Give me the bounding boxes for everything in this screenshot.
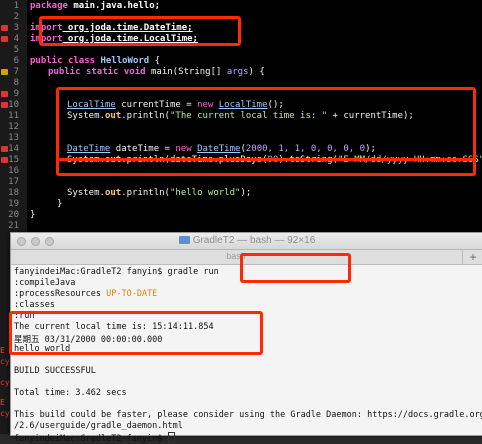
error-marker-icon[interactable] xyxy=(1,102,8,108)
line-number: 5 xyxy=(13,45,19,55)
problem-fragment: cy xyxy=(0,409,10,418)
line-number: 21 xyxy=(8,221,19,231)
line-number: 17 xyxy=(8,177,19,187)
line-number: 8 xyxy=(13,78,19,88)
line-number: 6 xyxy=(13,56,19,66)
terminal-line: :compileJava xyxy=(14,278,76,288)
problem-fragment: cy xyxy=(0,378,10,387)
code-highlight-box-lower xyxy=(56,138,476,176)
line-number: 2 xyxy=(13,12,19,22)
line-number: 19 xyxy=(8,199,19,209)
line-number: 18 xyxy=(8,188,19,198)
up-to-date-label: UP-TO-DATE xyxy=(106,289,158,299)
line-number: 20 xyxy=(8,210,19,220)
tab-bash[interactable]: bash xyxy=(11,251,461,261)
terminal-line: Total time: 3.462 secs xyxy=(14,388,127,398)
terminal-line: fanyindeiMac:GradleT2 fanyin$ gradle run xyxy=(14,267,219,277)
error-marker-icon[interactable] xyxy=(1,25,8,31)
line-number: 12 xyxy=(8,122,19,132)
code-line[interactable]: public static void main(String[] args) { xyxy=(48,67,265,77)
terminal-line: This build could be faster, please consi… xyxy=(14,410,482,420)
line-number: 13 xyxy=(8,133,19,143)
error-marker-icon[interactable] xyxy=(1,91,8,97)
problem-fragment: E xyxy=(0,398,5,407)
terminal-line: /2.6/userguide/gradle_daemon.html xyxy=(14,421,183,431)
error-marker-icon[interactable] xyxy=(1,36,8,42)
line-number: 1 xyxy=(13,1,19,11)
new-tab-button[interactable]: + xyxy=(462,250,482,264)
window-title: GradleT2 — bash — 92×16 xyxy=(11,235,482,246)
code-line[interactable]: } xyxy=(57,199,62,209)
line-number: 16 xyxy=(8,166,19,176)
line-number: 11 xyxy=(8,111,19,121)
command-highlight-box xyxy=(240,253,351,283)
terminal-line: :processResources UP-TO-DATE xyxy=(14,289,158,299)
output-highlight-box xyxy=(9,311,263,355)
code-line[interactable]: public class HelloWord { xyxy=(30,56,160,66)
terminal-titlebar[interactable]: GradleT2 — bash — 92×16 xyxy=(11,233,482,250)
problem-fragment: cy xyxy=(0,357,10,366)
code-line[interactable]: } xyxy=(30,210,35,220)
terminal-line: :classes xyxy=(14,300,55,310)
warning-marker-icon[interactable] xyxy=(1,69,8,75)
error-marker-icon[interactable] xyxy=(1,157,8,163)
problem-fragment: E xyxy=(0,346,5,355)
terminal-window[interactable]: GradleT2 — bash — 92×16 bash + fanyindei… xyxy=(9,232,482,444)
folder-icon xyxy=(178,236,190,244)
code-line[interactable]: System.out.println("hello world"); xyxy=(67,188,251,198)
imports-highlight-box xyxy=(39,16,241,46)
error-marker-icon[interactable] xyxy=(1,146,8,152)
code-line[interactable]: package main.java.hello; xyxy=(30,1,160,11)
terminal-line: BUILD SUCCESSFUL xyxy=(14,366,96,376)
